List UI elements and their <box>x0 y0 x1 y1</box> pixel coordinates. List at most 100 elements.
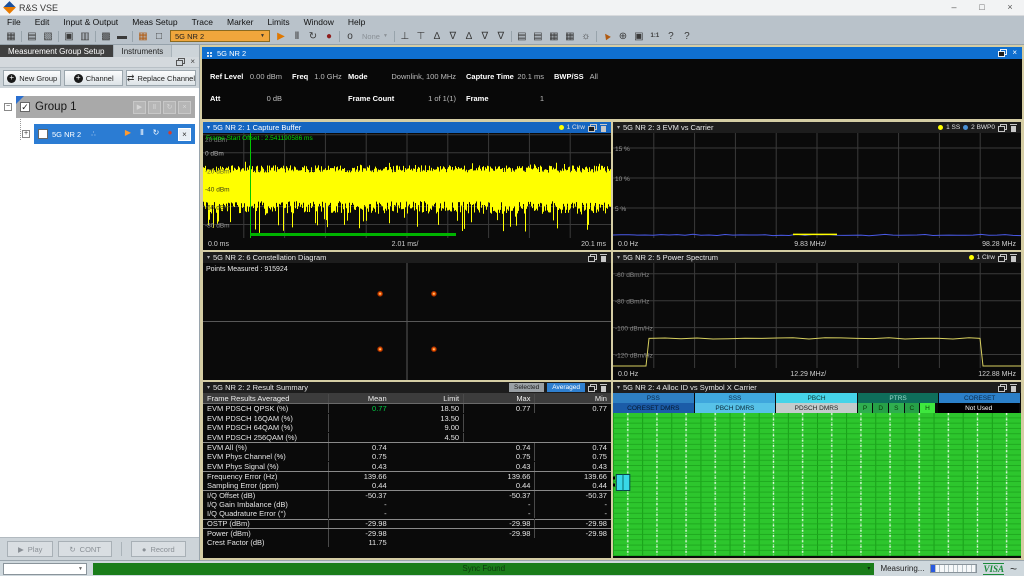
play-button[interactable]: ▶Play <box>7 541 53 557</box>
panel-alloc_id[interactable]: ▾5G NR 2: 4 Alloc ID vs Symbol X Carrier… <box>613 382 1021 558</box>
result_summary-plot-area[interactable]: Frame Results AveragedMeanLimitMaxMinEVM… <box>203 393 611 558</box>
alloc-grid[interactable] <box>613 413 1021 556</box>
group-checkbox[interactable]: ✓ <box>20 102 30 112</box>
trace-label[interactable]: 1 Clrw <box>567 124 585 131</box>
panel-menu-icon[interactable]: ▾ <box>207 384 210 391</box>
panel-menu-icon[interactable]: ▾ <box>617 124 620 131</box>
channel-selector[interactable]: 5G NR 2▼ <box>170 30 270 42</box>
channel-close-icon[interactable]: × <box>178 128 191 141</box>
record-button[interactable]: ● <box>321 29 337 44</box>
record-button[interactable]: ●Record <box>131 541 186 557</box>
channel-continuous-icon[interactable]: ↻ <box>150 128 162 141</box>
menu-item-window[interactable]: Window <box>297 17 341 27</box>
channel-play-icon[interactable]: ▶ <box>122 128 134 141</box>
status-dropdown[interactable]: ▼ <box>3 563 87 575</box>
channel-record-icon[interactable]: ● <box>164 128 176 141</box>
menu-item-file[interactable]: File <box>0 17 28 27</box>
channel-button[interactable]: +Channel <box>64 70 122 86</box>
close-window-icon[interactable]: × <box>1012 49 1017 57</box>
channel-window-titlebar[interactable]: 5G NR 2 × <box>202 47 1022 59</box>
multi-zoom-icon[interactable]: ▣ <box>631 29 647 44</box>
alloc_id-plot-area[interactable]: PSSSSSPBCHPTRSCORESETCORESET DMRSPBCH DM… <box>613 393 1021 558</box>
window-layout-icon[interactable]: ▦ <box>3 29 19 44</box>
zoom-selection-icon[interactable]: ⊕ <box>615 29 631 44</box>
channel-row[interactable]: ✓ 5G NR 2 ∴ ▶ Ⅱ ↻ ● × <box>34 124 195 144</box>
menu-item-meas-setup[interactable]: Meas Setup <box>125 17 184 27</box>
float-panel-icon[interactable] <box>588 124 597 132</box>
group-pause-icon[interactable]: Ⅱ <box>148 101 161 114</box>
menu-item-input-output[interactable]: Input & Output <box>56 17 125 27</box>
delete-panel-icon[interactable] <box>600 124 607 132</box>
panel-result_summary[interactable]: ▾5G NR 2: 2 Result SummarySelectedAverag… <box>203 382 611 558</box>
expand-channel-icon[interactable]: + <box>22 130 30 138</box>
menu-item-marker[interactable]: Marker <box>220 17 260 27</box>
all-markers-off-icon[interactable]: ∇ <box>493 29 509 44</box>
new-display-icon[interactable]: □ <box>151 29 167 44</box>
marker-selector[interactable]: None▼ <box>358 30 392 42</box>
panel-menu-icon[interactable]: ▾ <box>617 384 620 391</box>
panel-titlebar-alloc_id[interactable]: ▾5G NR 2: 4 Alloc ID vs Symbol X Carrier <box>613 382 1021 393</box>
panel-titlebar-result_summary[interactable]: ▾5G NR 2: 2 Result SummarySelectedAverag… <box>203 382 611 393</box>
float-window-icon[interactable] <box>998 49 1007 57</box>
play-button[interactable]: ▶ <box>273 29 289 44</box>
printer-icon[interactable]: ▩ <box>98 29 114 44</box>
delete-panel-icon[interactable] <box>1010 384 1017 392</box>
print-report-icon[interactable]: ▥ <box>77 29 93 44</box>
save-icon[interactable]: ▤ <box>24 29 40 44</box>
float-panel-icon[interactable] <box>998 124 1007 132</box>
delete-panel-icon[interactable] <box>600 384 607 392</box>
float-panel-icon[interactable] <box>998 254 1007 262</box>
panel-power_spectrum[interactable]: ▾5G NR 2: 5 Power Spectrum1 Clrw-60 dBm/… <box>613 252 1021 380</box>
tab-averaged[interactable]: Averaged <box>547 383 585 392</box>
smartgrid-icon[interactable]: ▦ <box>135 29 151 44</box>
hardcopy-icon[interactable]: ▬ <box>114 29 130 44</box>
replace-channel-button[interactable]: ⇄Replace Channel <box>126 70 196 86</box>
channel-checkbox[interactable]: ✓ <box>38 129 48 139</box>
channel-pause-icon[interactable]: Ⅱ <box>136 128 148 141</box>
cont-button[interactable]: ↻CONT <box>58 541 112 557</box>
group-row[interactable]: ✓ Group 1 ▶ Ⅱ ↻ × <box>16 96 195 118</box>
trace-label[interactable]: 2 BWP0 <box>971 124 995 131</box>
zoom-1to1-icon[interactable]: 1:1 <box>647 29 663 44</box>
float-panel-icon[interactable] <box>998 384 1007 392</box>
group-play-icon[interactable]: ▶ <box>133 101 146 114</box>
panel-titlebar-evm_vs_carrier[interactable]: ▾5G NR 2: 3 EVM vs Carrier1 SS2 BWP0 <box>613 122 1021 133</box>
maximize-button[interactable]: □ <box>968 0 996 15</box>
panel-evm_vs_carrier[interactable]: ▾5G NR 2: 3 EVM vs Carrier1 SS2 BWP015 %… <box>613 122 1021 250</box>
save-report-icon[interactable]: ▣ <box>61 29 77 44</box>
capture_buffer-plot-area[interactable]: 20 dBm0 dBm-20 dBm-40 dBm-60 dBm-80 dBmF… <box>203 133 611 250</box>
panel-menu-icon[interactable]: ▾ <box>207 124 210 131</box>
float-panel-icon[interactable] <box>588 254 597 262</box>
group-close-icon[interactable]: × <box>178 101 191 114</box>
delta-marker-icon[interactable]: ⊤ <box>413 29 429 44</box>
float-dock-icon[interactable] <box>176 58 185 66</box>
help-cursor-icon[interactable]: ? <box>663 29 679 44</box>
help-icon[interactable]: ? <box>679 29 695 44</box>
menu-item-edit[interactable]: Edit <box>28 17 57 27</box>
menu-item-limits[interactable]: Limits <box>260 17 296 27</box>
delete-panel-icon[interactable] <box>1010 254 1017 262</box>
chevron-down-icon[interactable]: ▾ <box>867 565 870 572</box>
next-peak-icon[interactable]: ∆ <box>461 29 477 44</box>
new-group-button[interactable]: +New Group <box>3 70 61 86</box>
menu-item-trace[interactable]: Trace <box>185 17 220 27</box>
close-button[interactable]: × <box>996 0 1024 15</box>
panel-titlebar-power_spectrum[interactable]: ▾5G NR 2: 5 Power Spectrum1 Clrw <box>613 252 1021 263</box>
tab-selected[interactable]: Selected <box>509 383 544 392</box>
trace-config-icon[interactable]: ▦ <box>562 29 578 44</box>
tab-measurement-group-setup[interactable]: Measurement Group Setup <box>0 45 114 57</box>
result-config-icon[interactable]: ▦ <box>546 29 562 44</box>
power_spectrum-plot-area[interactable]: -60 dBm/Hz-80 dBm/Hz-100 dBm/Hz-120 dBm/… <box>613 263 1021 380</box>
close-dock-icon[interactable]: × <box>190 58 195 66</box>
open-icon[interactable]: ▧ <box>40 29 56 44</box>
trace-label[interactable]: 1 SS <box>946 124 960 131</box>
next-min-icon[interactable]: ∇ <box>477 29 493 44</box>
group-continuous-icon[interactable]: ↻ <box>163 101 176 114</box>
marker-to-peak-icon[interactable]: ∆ <box>429 29 445 44</box>
marker-icon[interactable]: ⊥ <box>397 29 413 44</box>
minimize-button[interactable]: – <box>940 0 968 15</box>
marker-table-icon[interactable]: ▤ <box>514 29 530 44</box>
settings-gear-icon[interactable]: ☼ <box>578 29 594 44</box>
panel-menu-icon[interactable]: ▾ <box>207 254 210 261</box>
collapse-group-icon[interactable]: − <box>4 103 12 111</box>
